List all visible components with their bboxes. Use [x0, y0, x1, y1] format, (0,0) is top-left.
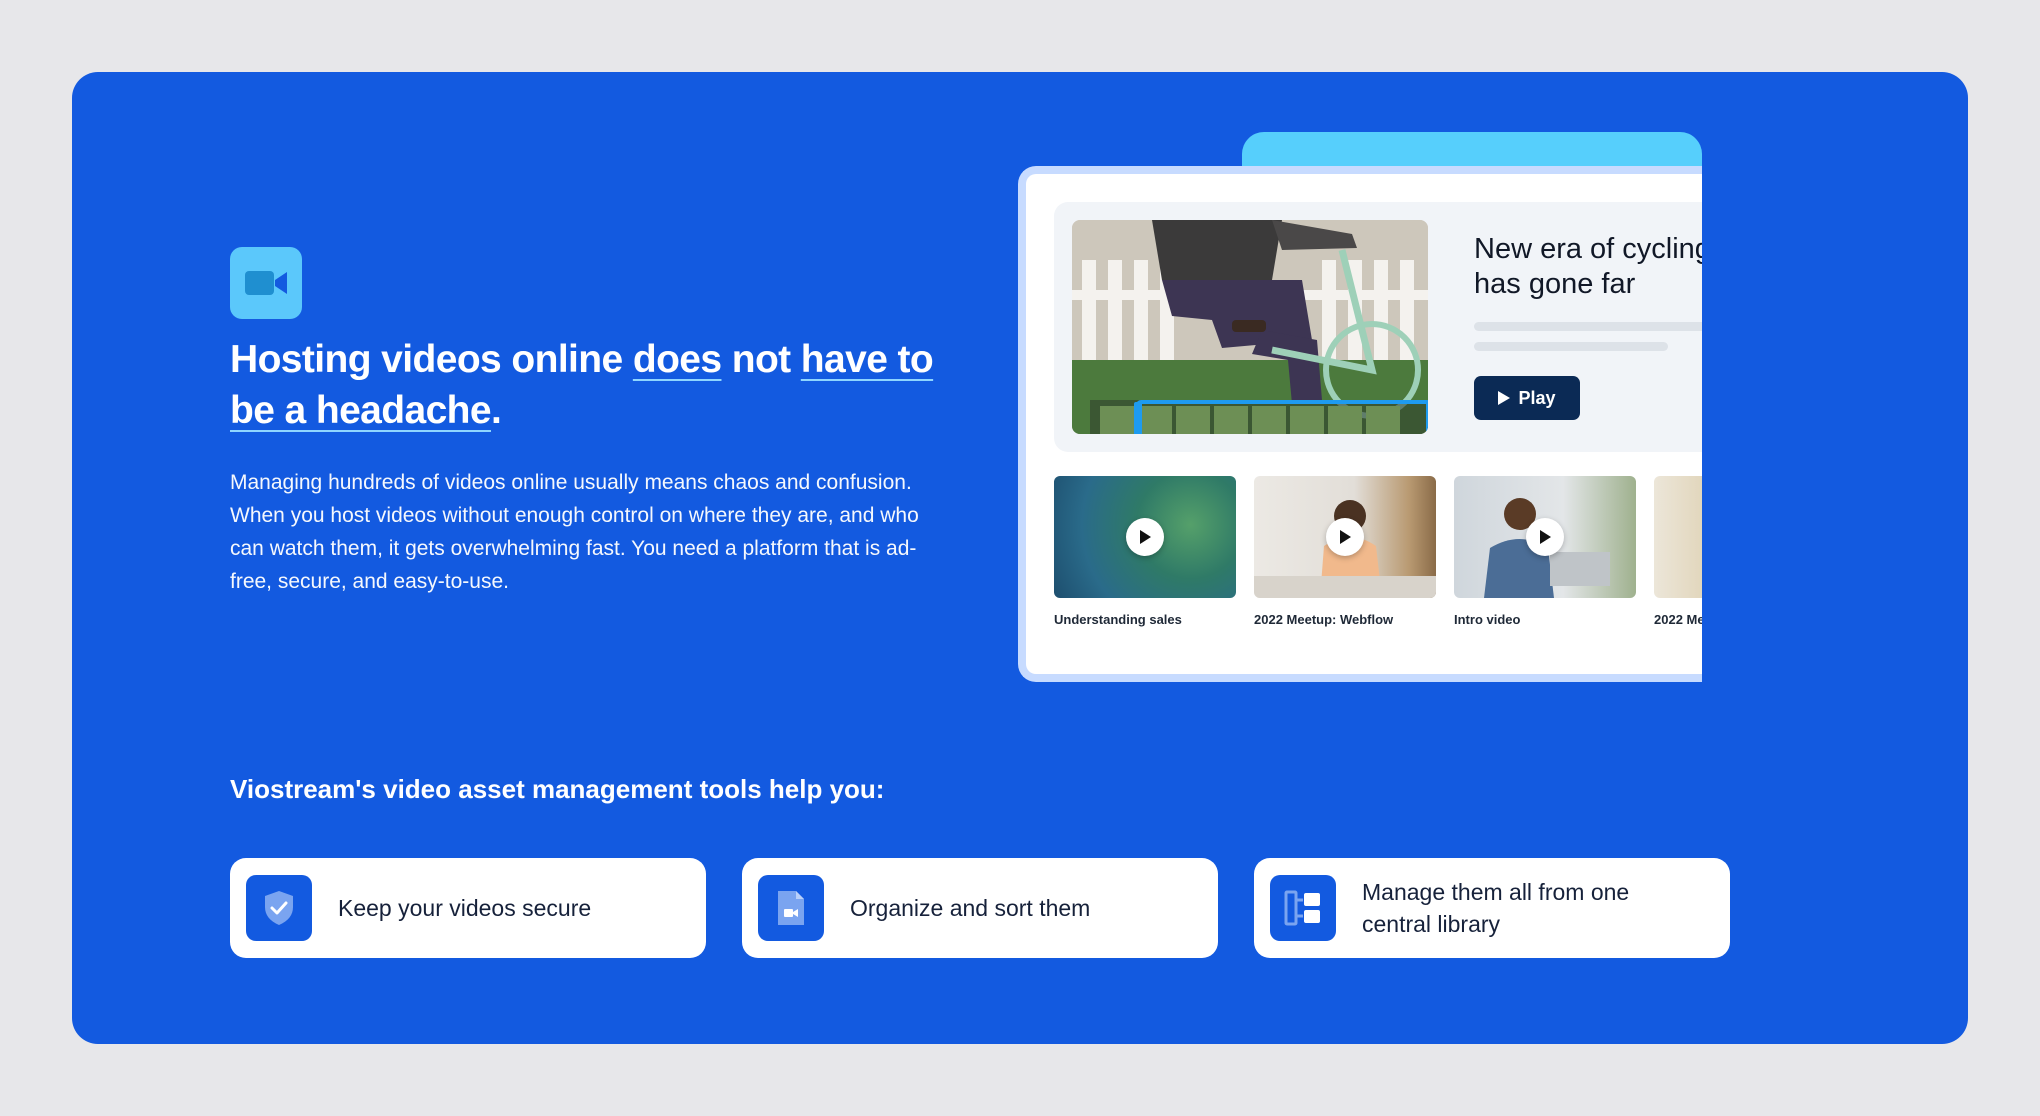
play-icon [1498, 391, 1511, 405]
play-circle-icon[interactable] [1326, 518, 1364, 556]
library-tree-icon [1270, 875, 1336, 941]
page-headline: Hosting videos online does not have to b… [230, 334, 950, 436]
headline-part: not [721, 338, 801, 381]
feature-label: Manage them all from one central library [1362, 879, 1630, 937]
thumbnail-label: 2022 Meetup: Webflow [1254, 612, 1394, 627]
play-button[interactable]: Play [1474, 376, 1580, 420]
intro-paragraph: Managing hundreds of videos online usual… [230, 471, 919, 593]
cyclist-illustration [1072, 220, 1428, 434]
headline-period: . [491, 389, 502, 432]
video-library-window: New era of cycling has gone far Play Und… [1018, 166, 1702, 682]
video-camera-icon [245, 271, 287, 295]
feature-label: Keep your videos secure [338, 895, 592, 921]
thumbnail-image [1654, 476, 1702, 598]
description-placeholder-line [1474, 342, 1668, 351]
video-camera-badge [230, 247, 302, 319]
headline-part: Hosting videos online [230, 338, 633, 381]
play-button-label: Play [1518, 387, 1556, 408]
video-thumbnail[interactable]: Intro video [1454, 476, 1636, 627]
thumbnail-label: Understanding sales [1054, 612, 1182, 627]
product-mockup: New era of cycling has gone far Play Und… [1018, 132, 1826, 722]
thumbnail-image [1254, 476, 1436, 598]
shield-check-icon [246, 875, 312, 941]
play-circle-icon[interactable] [1526, 518, 1564, 556]
thumbnail-image [1054, 476, 1236, 598]
video-thumbnail[interactable]: Understanding sales [1054, 476, 1236, 627]
description-placeholder-line [1474, 322, 1702, 331]
feature-card-organize: Organize and sort them [742, 858, 1218, 958]
video-thumbnail[interactable]: 2022 Meetup: Webflow [1254, 476, 1436, 627]
headline-underlined-part: does [632, 338, 722, 381]
thumbnail-label: 2022 Meetup: Webflow [1654, 612, 1702, 627]
features-heading: Viostream's video asset management tools… [230, 774, 885, 804]
featured-video-card: New era of cycling has gone far Play [1054, 202, 1702, 452]
featured-video-thumbnail[interactable] [1072, 220, 1428, 434]
thumbnail-image [1454, 476, 1636, 598]
play-circle-icon[interactable] [1126, 518, 1164, 556]
video-thumbnail[interactable]: 2022 Meetup: Webflow [1654, 476, 1702, 627]
feature-label: Organize and sort them [850, 895, 1091, 921]
featured-video-title: New era of cycling has gone far [1474, 233, 1702, 300]
hero-panel: Hosting videos online does not have to b… [72, 72, 1968, 1044]
feature-card-library: Manage them all from one central library [1254, 858, 1730, 958]
file-video-icon [758, 875, 824, 941]
thumbnail-label: Intro video [1454, 612, 1521, 627]
feature-card-secure: Keep your videos secure [230, 858, 706, 958]
